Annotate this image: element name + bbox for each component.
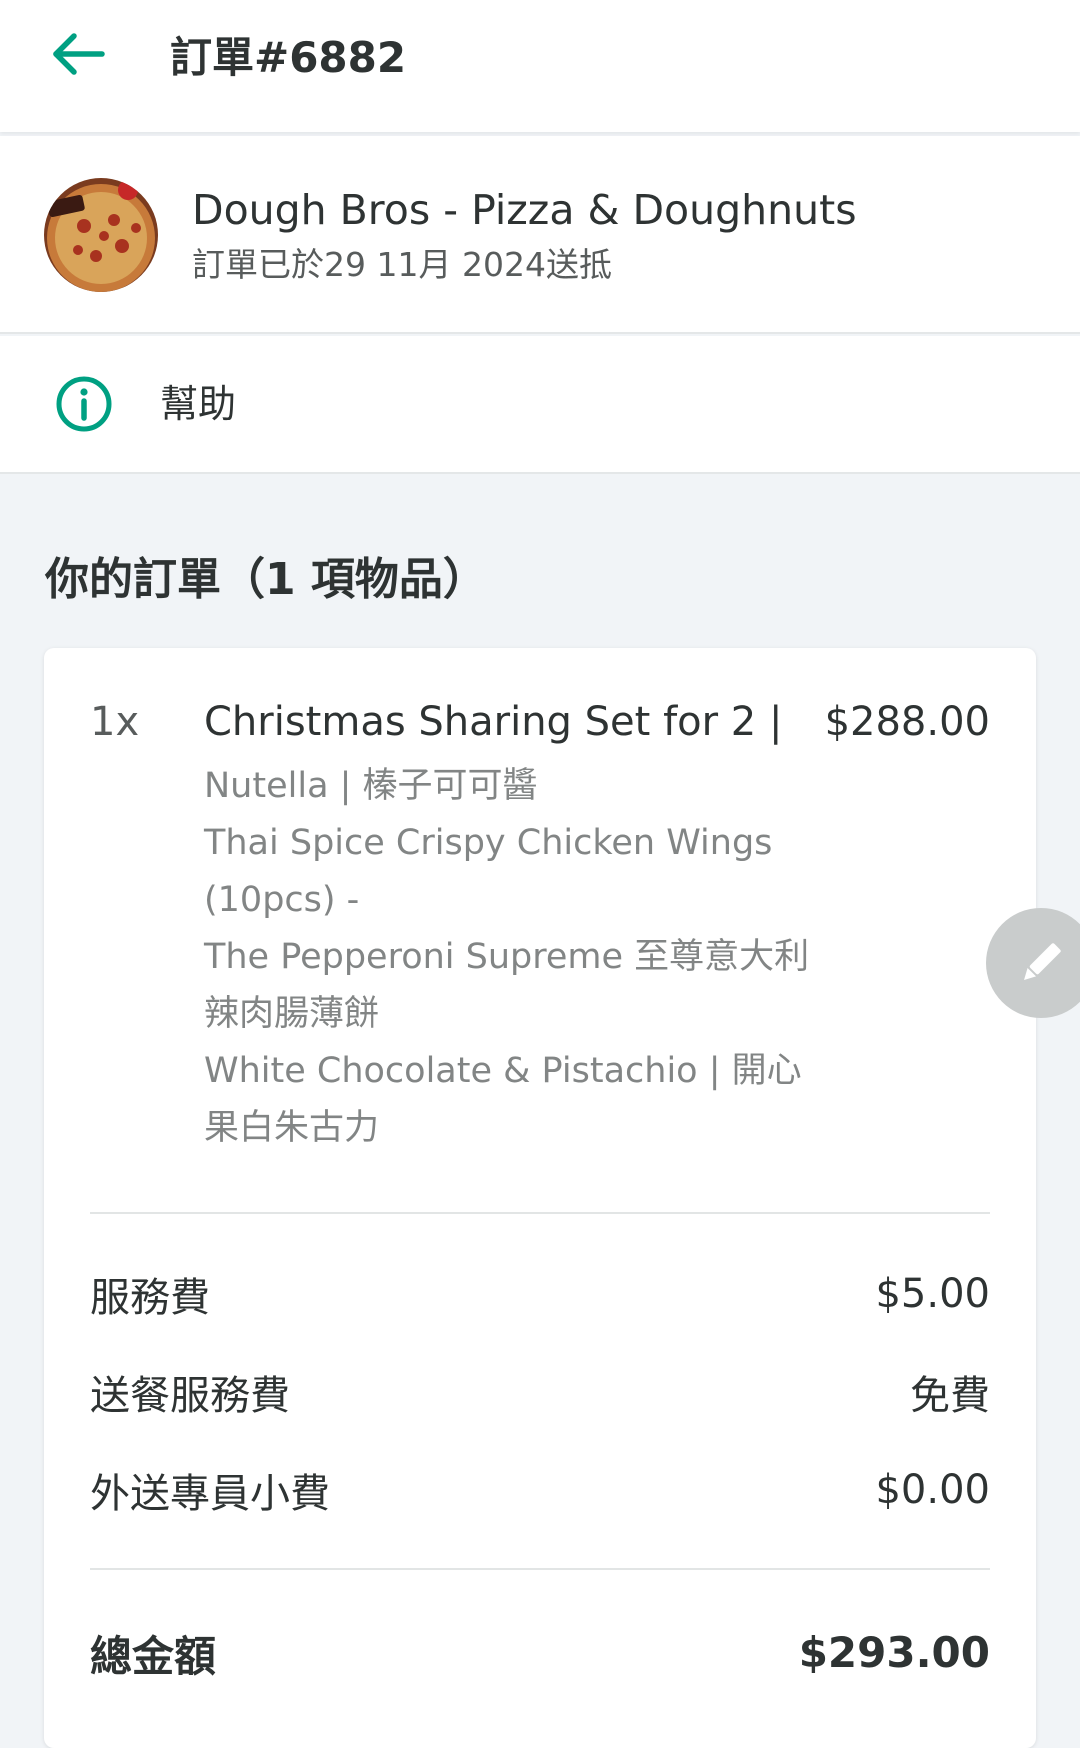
total-value: $293.00 xyxy=(798,1628,990,1677)
item-name: Christmas Sharing Set for 2 | xyxy=(204,699,783,745)
back-button[interactable] xyxy=(50,28,114,80)
order-card: 1x Christmas Sharing Set for 2 | $288.00… xyxy=(44,648,1036,1748)
item-option: The Pepperoni Supreme 至尊意大利辣肉腸薄餅 xyxy=(204,937,810,1034)
fee-value-service: $5.00 xyxy=(875,1271,990,1317)
item-options: Nutella | 榛子可可醬 Thai Spice Crispy Chicke… xyxy=(204,758,824,1157)
help-row[interactable]: 幫助 xyxy=(0,336,1080,474)
item-price: $288.00 xyxy=(824,699,990,745)
item-option: White Chocolate & Pistachio | 開心果白朱古力 xyxy=(204,1051,802,1148)
fee-label-service: 服務費 xyxy=(90,1275,210,1321)
item-quantity: 1x xyxy=(90,699,140,745)
delivery-status: 訂單已於29 11月 2024送抵 xyxy=(192,245,612,284)
pencil-icon xyxy=(1024,943,1061,980)
arrow-left-icon xyxy=(53,33,105,75)
info-circle-icon xyxy=(56,376,112,432)
restaurant-info: Dough Bros - Pizza & Doughnuts 訂單已於29 11… xyxy=(0,136,1080,334)
page-title: 訂單#6882 xyxy=(170,33,407,82)
divider xyxy=(90,1212,990,1214)
fee-label-delivery: 送餐服務費 xyxy=(90,1373,290,1419)
order-heading: 你的訂單（1 項物品） xyxy=(45,554,487,605)
help-label: 幫助 xyxy=(160,382,237,426)
restaurant-logo xyxy=(44,178,158,292)
top-bar: 訂單#6882 xyxy=(0,0,1080,132)
fee-value-delivery: 免費 xyxy=(910,1373,990,1419)
restaurant-name: Dough Bros - Pizza & Doughnuts xyxy=(192,186,857,234)
fee-value-tip: $0.00 xyxy=(875,1467,990,1513)
fee-label-tip: 外送專員小費 xyxy=(90,1471,330,1517)
divider xyxy=(90,1568,990,1570)
item-option: Thai Spice Crispy Chicken Wings (10pcs) … xyxy=(204,823,773,920)
item-option: Nutella | 榛子可可醬 xyxy=(204,766,538,806)
total-label: 總金額 xyxy=(90,1632,217,1681)
